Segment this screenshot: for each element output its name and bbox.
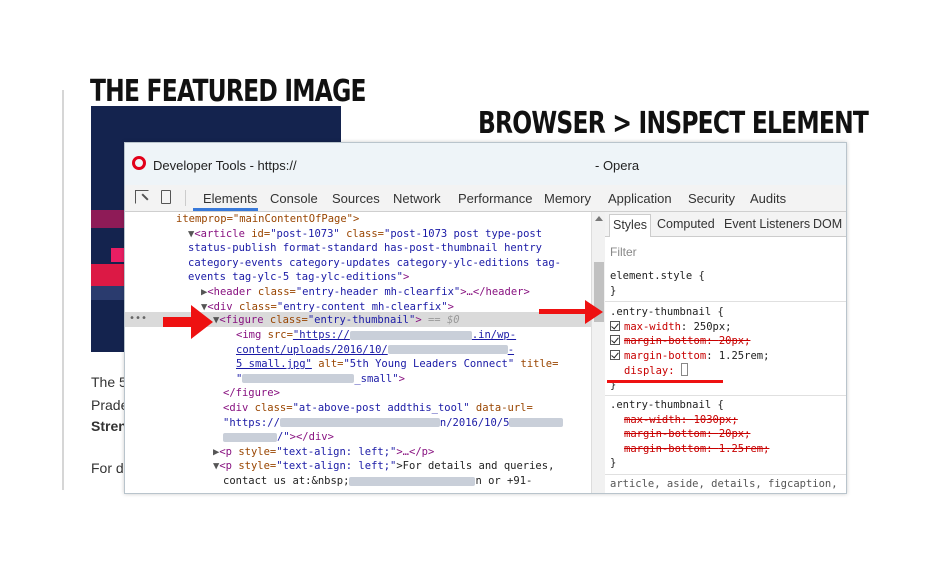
dom-line[interactable]: status-publish format-standard has-post-…	[188, 241, 542, 256]
red-arrow-right-icon	[539, 300, 603, 324]
devtools-titlebar[interactable]: Developer Tools - https:// - Opera	[125, 143, 846, 185]
dom-line[interactable]: ▶<header class="entry-header mh-clearfix…	[201, 285, 530, 300]
article-text: Stren	[91, 418, 127, 434]
property-checkbox[interactable]	[610, 320, 620, 331]
tab-audits[interactable]: Audits	[750, 191, 786, 206]
redacted-email	[349, 476, 476, 486]
red-arrow-right-icon	[163, 305, 213, 339]
redacted-url	[509, 418, 564, 428]
css-property-row[interactable]: max-width: 250px;	[610, 320, 732, 335]
styles-filter-input[interactable]: Filter	[610, 245, 637, 260]
css-property-row[interactable]: margin-bottom: 20px;	[610, 334, 750, 349]
devtools-tabbar: Elements Console Sources Network Perform…	[125, 185, 846, 212]
image-shape	[111, 248, 125, 262]
dom-line[interactable]: itemprop="mainContentOfPage">	[176, 212, 359, 227]
dom-line[interactable]: ▼<p style="text-align: left;">For detail…	[213, 459, 554, 474]
dom-line[interactable]: ▼<article id="post-1073" class="post-107…	[188, 227, 542, 242]
tab-styles[interactable]: Styles	[609, 214, 652, 237]
close-brace: }	[610, 284, 617, 297]
css-property-row[interactable]: max-width: 1030px;	[624, 413, 738, 428]
tab-dom[interactable]: DOM	[813, 217, 842, 232]
elements-dom-tree[interactable]: ••• itemprop="mainContentOfPage"> ▼<arti…	[125, 212, 591, 493]
styles-tabbar: Styles Computed Event Listeners DOM	[605, 212, 846, 237]
close-brace: }	[610, 457, 617, 470]
tab-event-listeners[interactable]: Event Listeners	[724, 217, 810, 232]
active-tab-indicator	[193, 208, 258, 211]
tab-computed[interactable]: Computed	[657, 217, 715, 232]
rule-selector[interactable]: article, aside, details, figcaption,	[610, 477, 838, 492]
dom-line[interactable]: <div class="at-above-post addthis_tool" …	[223, 401, 533, 416]
featured-image-heading: THE FEATURED IMAGE	[90, 74, 367, 109]
dom-line[interactable]: 5 small.jpg" alt="5th Young Leaders Conn…	[236, 357, 558, 372]
css-property-row[interactable]: margin-bottom: 1.25rem;	[610, 349, 769, 364]
property-checkbox[interactable]	[610, 335, 620, 346]
tab-sources[interactable]: Sources	[332, 191, 380, 206]
inspect-element-heading: BROWSER > INSPECT ELEMENT	[478, 106, 869, 141]
toolbar-divider	[185, 190, 186, 206]
dom-line[interactable]: content/uploads/2016/10/-	[236, 343, 514, 358]
tab-network[interactable]: Network	[393, 191, 441, 206]
article-text: The 5	[91, 374, 127, 390]
dom-line[interactable]: /"></div>	[223, 430, 334, 445]
tab-application[interactable]: Application	[608, 191, 672, 206]
dom-line[interactable]: category-events category-updates categor…	[188, 256, 561, 271]
rule-divider	[605, 474, 846, 475]
property-checkbox[interactable]	[610, 349, 620, 360]
rule-divider	[605, 301, 846, 302]
styles-panel: Styles Computed Event Listeners DOM Filt…	[605, 212, 846, 493]
node-menu-dots[interactable]: •••	[129, 312, 147, 327]
inspect-cursor-icon[interactable]	[135, 190, 149, 204]
tab-console[interactable]: Console	[270, 191, 318, 206]
window-title: Developer Tools - https://	[153, 158, 297, 173]
dom-line[interactable]: events tag-ylc-5 tag-ylc-editions">	[188, 270, 409, 285]
element-style-rule[interactable]: element.style {	[610, 269, 705, 284]
dom-line[interactable]: "https://n/2016/10/5	[223, 416, 564, 431]
rule-selector[interactable]: .entry-thumbnail {	[610, 398, 724, 413]
redacted-url	[279, 418, 440, 428]
css-property-row[interactable]: margin-bottom: 20px;	[624, 427, 750, 442]
window-title-browser: - Opera	[595, 158, 640, 173]
tab-performance[interactable]: Performance	[458, 191, 532, 206]
dom-line[interactable]: </figure>	[223, 386, 280, 401]
page-divider	[62, 90, 64, 490]
dom-line[interactable]: ▶<p style="text-align: left;">…</p>	[213, 445, 434, 460]
redacted-url	[387, 345, 508, 355]
dom-line[interactable]: " _small">	[236, 372, 405, 387]
tab-memory[interactable]: Memory	[544, 191, 591, 206]
dom-line[interactable]: ▼<div class="entry-content mh-clearfix">	[201, 300, 454, 315]
redacted-url	[349, 330, 472, 340]
devtools-window: Developer Tools - https:// - Opera Eleme…	[124, 142, 847, 494]
article-text: Prade	[91, 397, 129, 413]
redacted-title	[242, 374, 355, 384]
dom-line[interactable]: <img src="https://.in/wp-	[236, 328, 516, 343]
device-toolbar-icon[interactable]	[161, 190, 171, 204]
rule-divider	[605, 395, 846, 396]
dom-scrollbar[interactable]	[591, 212, 606, 493]
scroll-up-icon[interactable]	[595, 216, 603, 221]
opera-logo-icon	[132, 156, 146, 170]
tab-security[interactable]: Security	[688, 191, 735, 206]
css-property-row[interactable]: margin-bottom: 1.25rem;	[624, 442, 769, 457]
redacted-url	[223, 432, 277, 442]
rule-selector[interactable]: .entry-thumbnail {	[610, 305, 724, 320]
dom-line-selected[interactable]: ▼<figure class="entry-thumbnail"> == $0	[213, 313, 460, 328]
article-text: For d	[91, 460, 124, 476]
red-underline-annotation	[607, 380, 723, 383]
text-caret[interactable]	[680, 363, 688, 377]
new-property-editor[interactable]: display:	[624, 363, 688, 379]
tab-elements[interactable]: Elements	[203, 191, 257, 206]
dom-line[interactable]: contact us at:&nbsp; n or +91-	[223, 474, 532, 489]
